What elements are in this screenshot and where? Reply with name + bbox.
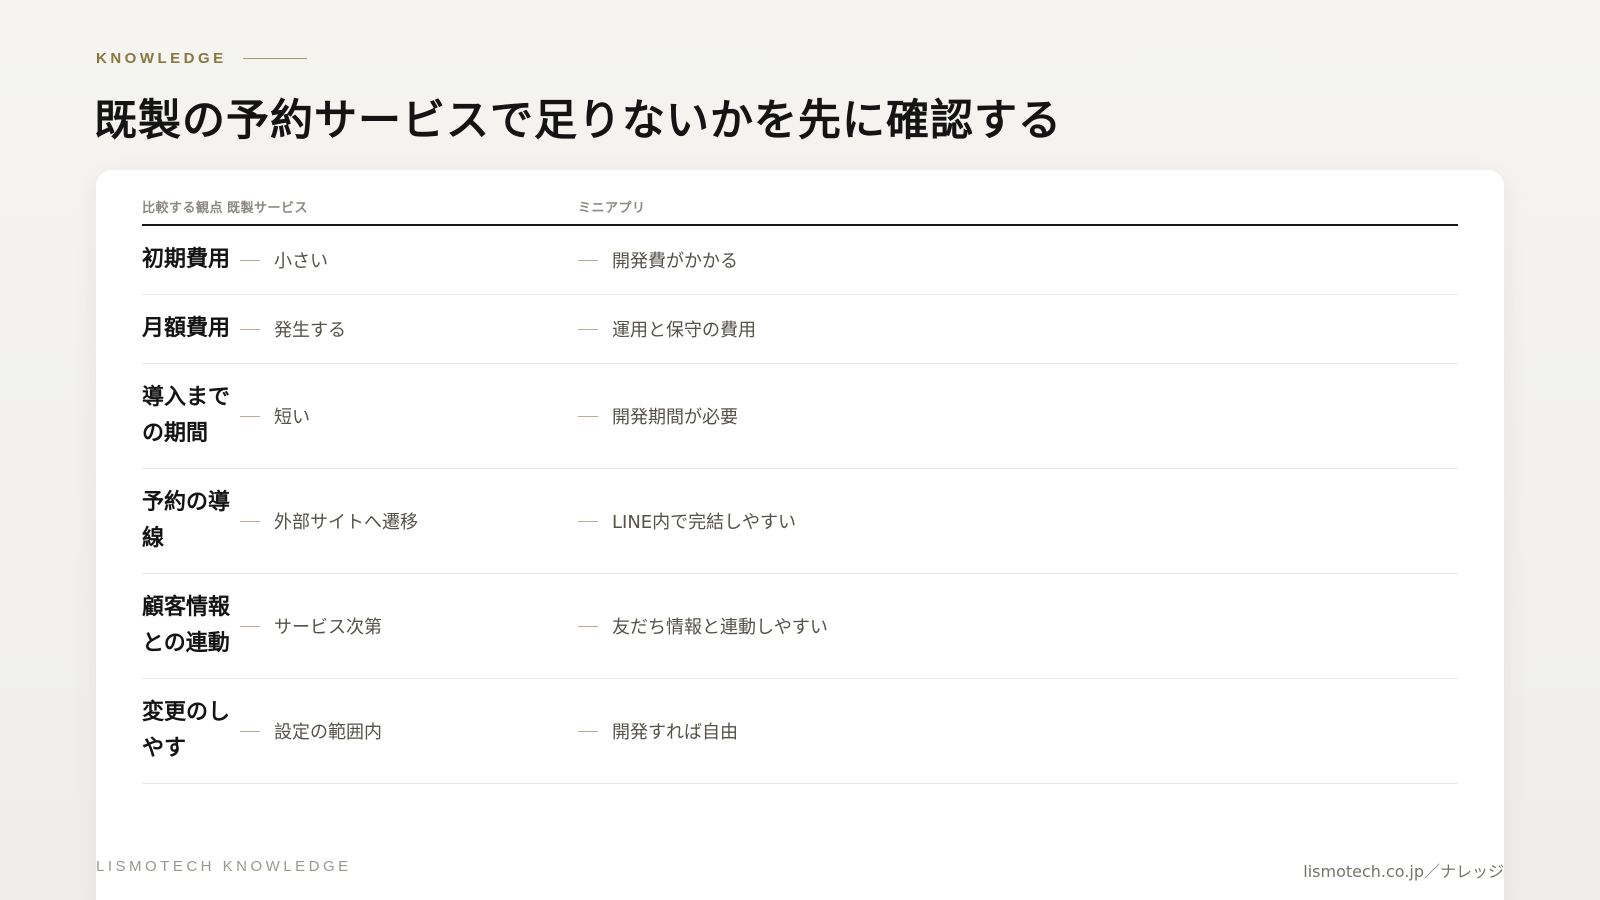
page-title: 既製の予約サービスで足りないかを先に確認する xyxy=(94,96,1062,146)
dash-marker xyxy=(578,415,598,417)
existing-value: 設定の範囲内 xyxy=(274,722,382,743)
dash-marker xyxy=(578,328,598,330)
mini-cell: LINE内で完結しやすい xyxy=(578,508,796,534)
dash-marker xyxy=(240,259,260,261)
dash-marker xyxy=(240,520,260,522)
dash-marker xyxy=(578,259,598,261)
dash-marker xyxy=(578,520,598,522)
row-label: 月額費用 xyxy=(142,316,231,341)
existing-cell: 発生する xyxy=(240,316,578,342)
mini-value: 開発費がかかる xyxy=(612,251,738,272)
existing-cell: 短い xyxy=(240,403,578,429)
existing-value: 短い xyxy=(274,407,310,428)
slide-page: KNOWLEDGE 既製の予約サービスで足りないかを先に確認する 比較する観点 … xyxy=(0,0,1600,900)
mini-cell: 開発期間が必要 xyxy=(578,403,738,429)
dash-marker xyxy=(578,625,598,627)
row-label: 初期費用 xyxy=(142,247,231,272)
dash-marker xyxy=(240,328,260,330)
table-row: 予約の導線 外部サイトへ遷移 LINE内で完結しやすい xyxy=(142,469,1458,574)
existing-cell: 外部サイトへ遷移 xyxy=(240,508,578,534)
mini-value: LINE内で完結しやすい xyxy=(612,512,796,533)
header-aspect: 比較する観点 xyxy=(142,201,224,216)
existing-value: サービス次第 xyxy=(274,617,382,638)
dash-marker xyxy=(240,730,260,732)
header-mini: ミニアプリ xyxy=(578,201,646,216)
table-row: 変更のしやす 設定の範囲内 開発すれば自由 xyxy=(142,679,1458,784)
existing-value: 小さい xyxy=(274,251,328,272)
table-header: 比較する観点 既製サービス ミニアプリ xyxy=(142,196,1458,226)
mini-value: 開発すれば自由 xyxy=(612,722,738,743)
mini-value: 友だち情報と連動しやすい xyxy=(612,617,828,638)
row-label: 変更のしやす xyxy=(142,700,231,761)
dash-marker xyxy=(240,415,260,417)
row-label: 予約の導線 xyxy=(142,490,231,551)
mini-cell: 運用と保守の費用 xyxy=(578,316,756,342)
comparison-table: 比較する観点 既製サービス ミニアプリ 初期費用 小さい 開発費がかかる 月額費… xyxy=(142,196,1458,784)
header-existing: 既製サービス xyxy=(227,201,309,216)
comparison-card: 比較する観点 既製サービス ミニアプリ 初期費用 小さい 開発費がかかる 月額費… xyxy=(96,170,1504,900)
eyebrow-divider xyxy=(242,58,307,59)
dash-marker xyxy=(578,730,598,732)
mini-value: 開発期間が必要 xyxy=(612,407,738,428)
mini-cell: 開発すれば自由 xyxy=(578,718,738,744)
mini-cell: 友だち情報と連動しやすい xyxy=(578,613,828,639)
eyebrow: KNOWLEDGE xyxy=(96,50,307,67)
table-row: 導入までの期間 短い 開発期間が必要 xyxy=(142,364,1458,469)
table-row: 初期費用 小さい 開発費がかかる xyxy=(142,226,1458,295)
row-label: 顧客情報との連動 xyxy=(142,595,231,656)
existing-value: 外部サイトへ遷移 xyxy=(274,512,418,533)
table-row: 顧客情報との連動 サービス次第 友だち情報と連動しやすい xyxy=(142,574,1458,679)
existing-cell: サービス次第 xyxy=(240,613,578,639)
mini-cell: 開発費がかかる xyxy=(578,247,738,273)
existing-cell: 設定の範囲内 xyxy=(240,718,578,744)
header-aspect-existing: 比較する観点 既製サービス xyxy=(142,197,578,216)
eyebrow-label: KNOWLEDGE xyxy=(96,50,227,67)
row-label: 導入までの期間 xyxy=(142,385,231,446)
footer-site-link[interactable]: lismotech.co.jp／ナレッジ xyxy=(1303,858,1504,882)
existing-value: 発生する xyxy=(274,320,346,341)
dash-marker xyxy=(240,625,260,627)
footer-brand: LISMOTECH KNOWLEDGE xyxy=(96,858,352,875)
table-row: 月額費用 発生する 運用と保守の費用 xyxy=(142,295,1458,364)
mini-value: 運用と保守の費用 xyxy=(612,320,756,341)
existing-cell: 小さい xyxy=(240,247,578,273)
